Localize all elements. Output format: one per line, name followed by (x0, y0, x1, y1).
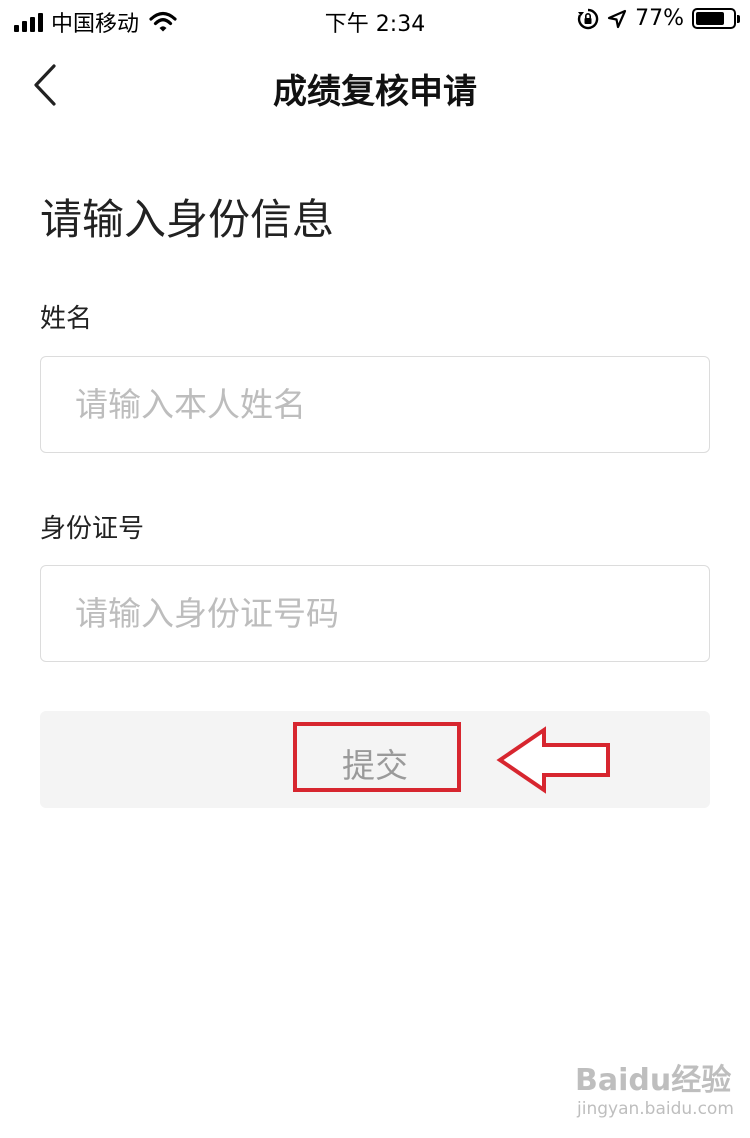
rotation-lock-icon (577, 8, 599, 29)
watermark-brand: Baidu经验 (575, 1063, 732, 1098)
nav-bar: 成绩复核申请 (0, 42, 750, 130)
id-number-field[interactable] (40, 565, 710, 662)
status-bar: 中国移动 下午 2:34 77% (0, 0, 750, 42)
form-heading: 请输入身份信息 (40, 195, 335, 244)
name-input[interactable] (41, 357, 709, 452)
id-number-input[interactable] (41, 566, 709, 661)
id-label: 身份证号 (40, 514, 145, 544)
left-arrow-outline-icon (496, 726, 610, 794)
watermark-url: jingyan.baidu.com (577, 1099, 734, 1119)
location-arrow-icon (607, 9, 627, 28)
battery-percent: 77% (635, 6, 684, 31)
watermark: Baidu经验 jingyan.baidu.com (575, 1055, 735, 1125)
page-title: 成绩复核申请 (273, 72, 477, 112)
status-right: 77% (577, 6, 740, 31)
battery-fill (696, 12, 724, 25)
name-field[interactable] (40, 356, 710, 453)
highlight-box (293, 722, 461, 792)
name-label: 姓名 (40, 304, 93, 334)
battery-icon (692, 8, 740, 29)
